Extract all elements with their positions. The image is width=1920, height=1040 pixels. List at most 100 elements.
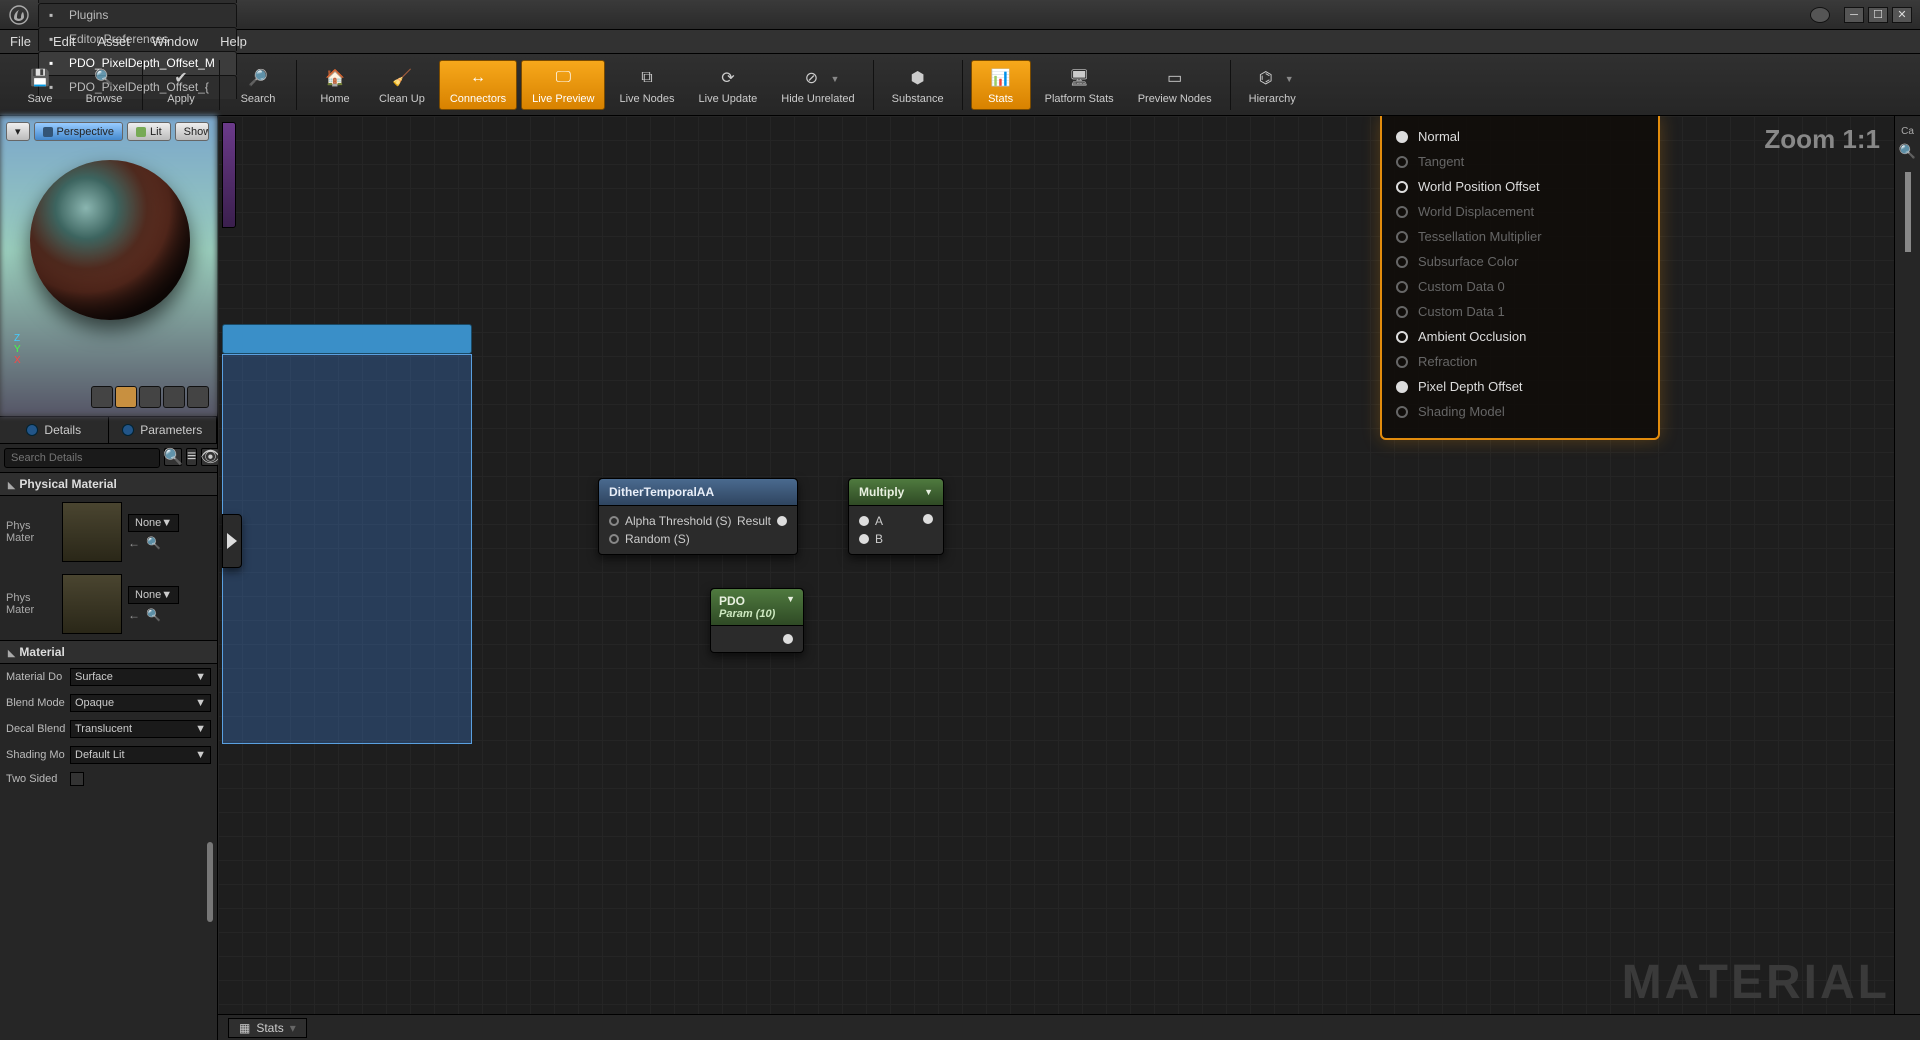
node-dithertemporalaa[interactable]: DitherTemporalAA Alpha Threshold (S) Ran… bbox=[598, 478, 798, 555]
asset-thumbnail[interactable] bbox=[62, 574, 122, 634]
details-filter-button[interactable]: ≡ bbox=[186, 448, 197, 466]
category-physical-material[interactable]: Physical Material bbox=[0, 472, 217, 496]
palette-tab-label[interactable]: Ca bbox=[1901, 126, 1914, 137]
property-label: Two Sided bbox=[6, 773, 70, 785]
toolbar-platformstats-button[interactable]: 🖥Platform Stats bbox=[1035, 61, 1124, 109]
property-dropdown[interactable]: Opaque▼ bbox=[70, 694, 211, 712]
viewport-menu-button[interactable]: ▾ bbox=[6, 122, 30, 141]
substance-icon: ⬢ bbox=[903, 65, 933, 91]
details-eye-button[interactable]: 👁 bbox=[201, 448, 219, 466]
menu-help[interactable]: Help bbox=[220, 34, 247, 49]
property-dropdown[interactable]: Translucent▼ bbox=[70, 720, 211, 738]
stats-tab[interactable]: ▦Stats▾ bbox=[228, 1018, 307, 1038]
viewport-show-button[interactable]: Show bbox=[175, 122, 209, 141]
toolbar-home-button[interactable]: 🏠Home bbox=[305, 61, 365, 109]
property-label: Decal Blend bbox=[6, 723, 70, 735]
palette-scrollbar[interactable] bbox=[1905, 172, 1911, 252]
preview-sphere bbox=[30, 160, 190, 320]
shape-cube-button[interactable] bbox=[163, 386, 185, 408]
preview-viewport[interactable]: ▾ Perspective Lit Show ZYX bbox=[0, 116, 217, 416]
menu-window[interactable]: Window bbox=[152, 34, 198, 49]
shape-mesh-button[interactable] bbox=[187, 386, 209, 408]
output-pin-world-position-offset[interactable]: World Position Offset bbox=[1394, 174, 1646, 199]
browse-to-icon[interactable]: 🔍 bbox=[146, 608, 161, 622]
asset-thumbnail[interactable] bbox=[62, 502, 122, 562]
pin-icon bbox=[1396, 231, 1408, 243]
output-pin-subsurface-color: Subsurface Color bbox=[1394, 249, 1646, 274]
menu-edit[interactable]: Edit bbox=[53, 34, 75, 49]
property-label: Blend Mode bbox=[6, 697, 70, 709]
details-scrollbar[interactable] bbox=[207, 842, 213, 922]
material-output-node[interactable]: NormalTangentWorld Position OffsetWorld … bbox=[1380, 116, 1660, 440]
shape-cylinder-button[interactable] bbox=[91, 386, 113, 408]
window-minimize-button[interactable]: ─ bbox=[1844, 7, 1864, 23]
chevron-down-icon[interactable]: ▼ bbox=[924, 487, 933, 497]
toolbar-hideunrelated-button[interactable]: ⊘▼Hide Unrelated bbox=[771, 61, 864, 109]
chevron-down-icon: ▼ bbox=[1285, 74, 1294, 84]
right-sidebar-collapsed[interactable]: Ca 🔍 bbox=[1894, 116, 1920, 1040]
asset-dropdown[interactable]: None ▼ bbox=[128, 514, 179, 532]
hideunrelated-icon: ⊘ bbox=[796, 65, 826, 91]
hierarchy-icon: ⌬ bbox=[1251, 65, 1281, 91]
toolbar-liveupdate-button[interactable]: ⟳Live Update bbox=[689, 61, 768, 109]
toolbar-livenodes-button[interactable]: ⧉Live Nodes bbox=[609, 61, 684, 109]
search-icon[interactable]: 🔍 bbox=[1899, 143, 1916, 160]
toolbar-save-button[interactable]: 💾Save bbox=[10, 61, 70, 109]
output-pin-normal[interactable]: Normal bbox=[1394, 124, 1646, 149]
toolbar-connectors-button[interactable]: ↔Connectors bbox=[439, 60, 517, 110]
output-pin-custom-data-1: Custom Data 1 bbox=[1394, 299, 1646, 324]
node-pdo-param[interactable]: PDO▼ Param (10) bbox=[710, 588, 804, 653]
stats-icon: ▦ bbox=[239, 1021, 250, 1035]
material-graph-canvas[interactable]: DitherTemporalAA Alpha Threshold (S) Ran… bbox=[218, 116, 1920, 1040]
property-checkbox[interactable] bbox=[70, 772, 84, 786]
browse-to-icon[interactable]: 🔍 bbox=[146, 536, 161, 550]
axis-gizmo: ZYX bbox=[14, 333, 21, 366]
details-tab[interactable]: Details bbox=[0, 417, 109, 443]
parameters-tab[interactable]: Parameters bbox=[109, 417, 218, 443]
window-maximize-button[interactable]: ☐ bbox=[1868, 7, 1888, 23]
offscreen-node-stub[interactable] bbox=[222, 514, 242, 568]
toolbar-substance-button[interactable]: ⬢Substance bbox=[882, 61, 954, 109]
chevron-down-icon[interactable]: ▼ bbox=[786, 594, 795, 608]
menu-file[interactable]: File bbox=[10, 34, 31, 49]
window-close-button[interactable]: ✕ bbox=[1892, 7, 1912, 23]
property-dropdown[interactable]: Surface▼ bbox=[70, 668, 211, 686]
category-material[interactable]: Material bbox=[0, 640, 217, 664]
comment-edge-stub[interactable] bbox=[222, 122, 236, 228]
toolbar-stats-button[interactable]: 📊Stats bbox=[971, 60, 1031, 110]
pin-icon bbox=[1396, 356, 1408, 368]
chevron-down-icon: ▼ bbox=[830, 74, 839, 84]
menu-asset[interactable]: Asset bbox=[97, 34, 130, 49]
property-dropdown[interactable]: Default Lit▼ bbox=[70, 746, 211, 764]
toolbar-hierarchy-button[interactable]: ⌬▼Hierarchy bbox=[1239, 61, 1306, 109]
toolbar-apply-button[interactable]: ✔Apply bbox=[151, 61, 211, 109]
pin-icon bbox=[1396, 181, 1408, 193]
property-label: Material Do bbox=[6, 671, 70, 683]
use-selected-icon[interactable]: ← bbox=[128, 608, 140, 622]
comment-box-body[interactable] bbox=[222, 354, 472, 744]
toolbar-previewnodes-button[interactable]: ▭Preview Nodes bbox=[1128, 61, 1222, 109]
toolbar-browse-button[interactable]: 🔍Browse bbox=[74, 61, 134, 109]
details-search-input[interactable] bbox=[4, 448, 160, 468]
shape-sphere-button[interactable] bbox=[115, 386, 137, 408]
pin-icon bbox=[1396, 331, 1408, 343]
search-icon[interactable]: 🔍 bbox=[164, 448, 182, 466]
viewport-perspective-button[interactable]: Perspective bbox=[34, 122, 123, 141]
output-pin-ambient-occlusion[interactable]: Ambient Occlusion bbox=[1394, 324, 1646, 349]
pin-icon bbox=[1396, 256, 1408, 268]
node-multiply[interactable]: Multiply▼ A B bbox=[848, 478, 944, 555]
asset-dropdown[interactable]: None ▼ bbox=[128, 586, 179, 604]
output-pin-pixel-depth-offset[interactable]: Pixel Depth Offset bbox=[1394, 374, 1646, 399]
toolbar-cleanup-button[interactable]: 🧹Clean Up bbox=[369, 61, 435, 109]
output-pin-tessellation-multiplier: Tessellation Multiplier bbox=[1394, 224, 1646, 249]
comment-box-header[interactable] bbox=[222, 324, 472, 354]
search-icon: 🔎 bbox=[243, 65, 273, 91]
use-selected-icon[interactable]: ← bbox=[128, 536, 140, 550]
source-control-status-icon[interactable] bbox=[1810, 7, 1830, 23]
viewport-lit-button[interactable]: Lit bbox=[127, 122, 171, 141]
editor-tab[interactable]: ▪Plugins bbox=[38, 3, 237, 27]
toolbar-livepreview-button[interactable]: 🖵Live Preview bbox=[521, 60, 605, 110]
shape-plane-button[interactable] bbox=[139, 386, 161, 408]
toolbar-search-button[interactable]: 🔎Search bbox=[228, 61, 288, 109]
output-pin-shading-model: Shading Model bbox=[1394, 399, 1646, 424]
